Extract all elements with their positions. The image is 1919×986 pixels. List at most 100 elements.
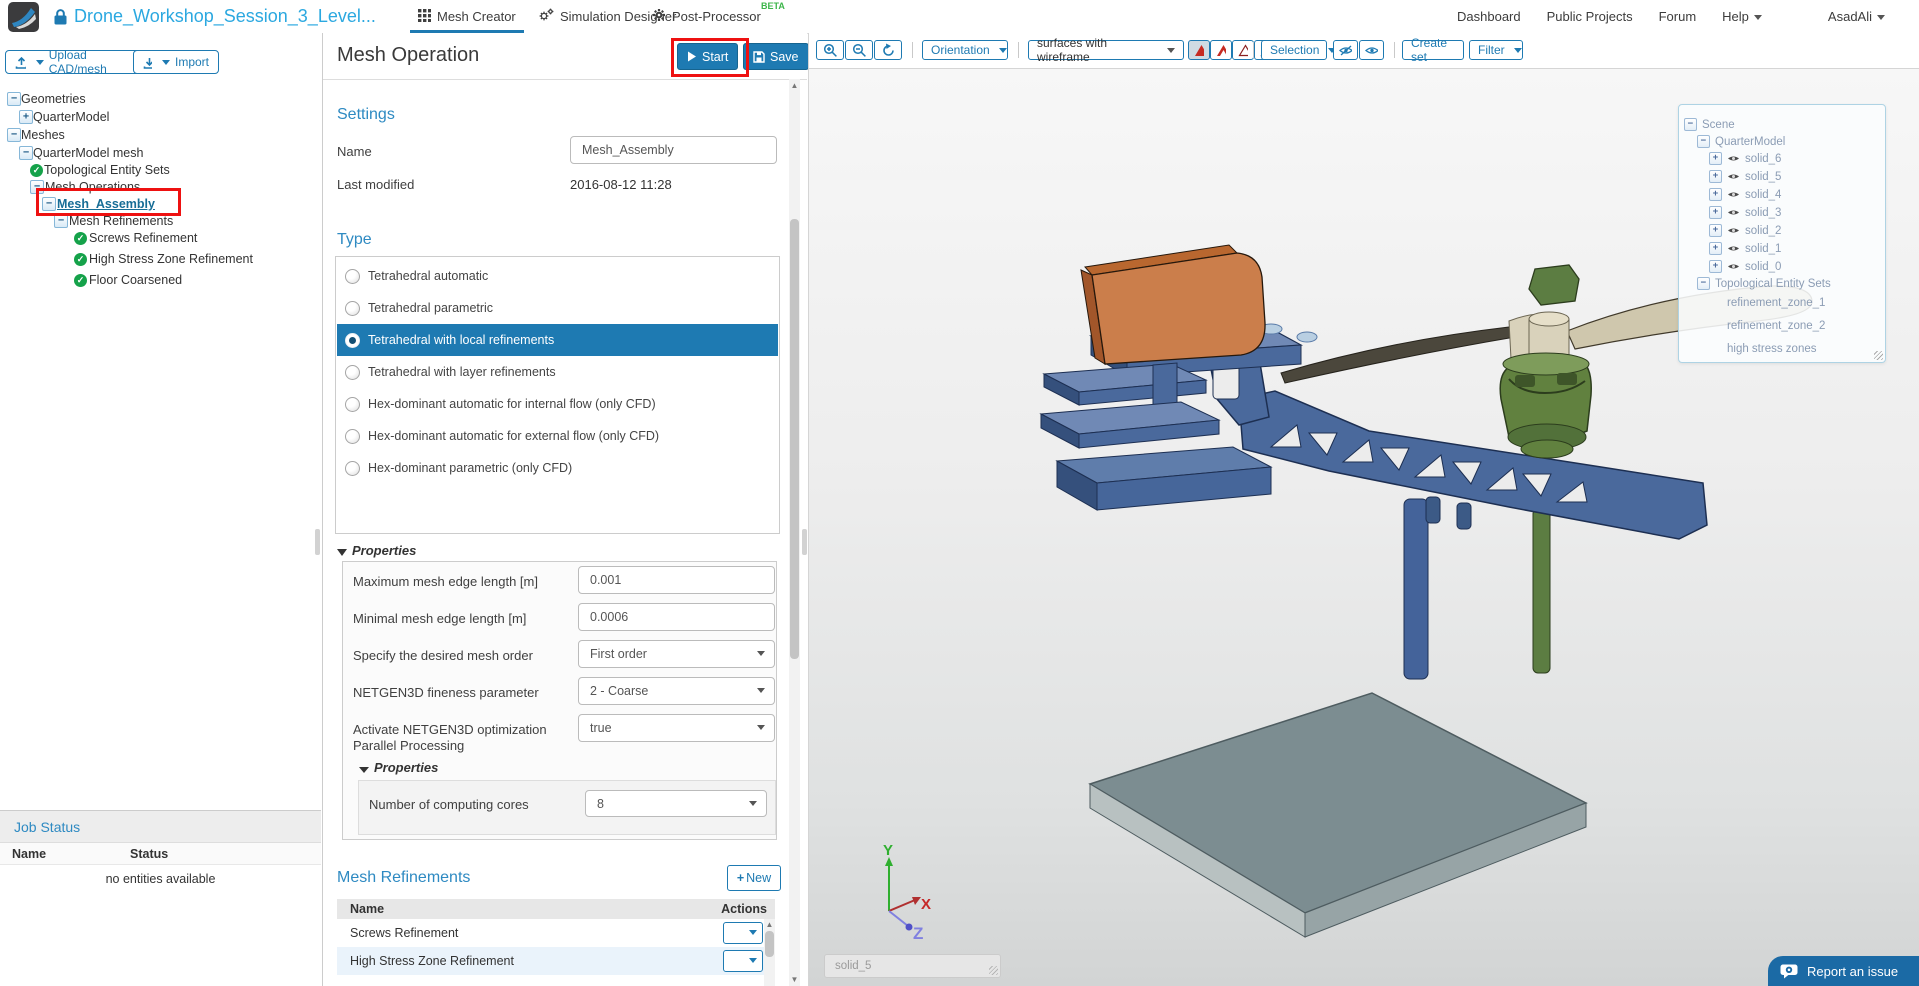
display-mode-select[interactable]: surfaces with wireframe xyxy=(1028,36,1184,64)
scene-node-solid-6[interactable]: + solid_6 xyxy=(1709,152,1781,165)
collapse-triangle-icon[interactable] xyxy=(337,549,347,556)
simscale-logo[interactable] xyxy=(8,2,39,32)
tree-node-mesh-operations[interactable]: − Mesh Operations xyxy=(30,179,140,195)
type-option-6[interactable]: Hex-dominant parametric (only CFD) xyxy=(337,452,778,484)
expand-icon[interactable]: + xyxy=(19,110,33,124)
tree-node-floor-coarsened[interactable]: ✓ Floor Coarsened xyxy=(74,272,182,288)
selection-dropdown[interactable]: Selection xyxy=(1261,40,1337,60)
scene-node-refinement-zone-2[interactable]: refinement_zone_2 xyxy=(1727,320,1825,332)
expand-icon[interactable]: + xyxy=(1709,170,1722,183)
nav-item-public-projects[interactable]: Public Projects xyxy=(1547,9,1633,24)
radio-icon[interactable] xyxy=(345,268,360,284)
panel-resize-handle[interactable] xyxy=(315,529,320,555)
collapse-icon[interactable]: − xyxy=(1684,118,1697,131)
radio-icon[interactable] xyxy=(345,332,360,348)
import-button[interactable]: Import xyxy=(133,50,219,74)
radio-icon[interactable] xyxy=(345,300,360,316)
mesh-quality-button-2[interactable] xyxy=(1210,40,1232,60)
render-canvas[interactable]: Y X Z − Scene − QuarterModel + solid_6 + solid_… xyxy=(809,68,1919,986)
tab-mesh-creator[interactable]: Mesh Creator xyxy=(410,0,524,33)
collapse-icon[interactable]: − xyxy=(19,146,33,160)
orientation-dropdown[interactable]: Orientation xyxy=(922,40,1008,60)
zoom-out-button[interactable] xyxy=(845,40,873,60)
refinement-actions-select[interactable] xyxy=(723,950,763,972)
mesh-quality-button-3[interactable] xyxy=(1232,40,1254,60)
create-set-button[interactable]: Create set xyxy=(1402,36,1464,64)
scene-node-solid-0[interactable]: + solid_0 xyxy=(1709,260,1781,273)
collapse-icon[interactable]: − xyxy=(7,92,21,106)
expand-icon[interactable]: + xyxy=(1709,206,1722,219)
type-option-1[interactable]: Tetrahedral parametric xyxy=(337,292,778,324)
panel-resize-handle[interactable] xyxy=(802,529,807,555)
new-refinement-button[interactable]: + New xyxy=(727,865,781,891)
type-option-0[interactable]: Tetrahedral automatic xyxy=(337,260,778,292)
expand-icon[interactable]: + xyxy=(1709,152,1722,165)
radio-icon[interactable] xyxy=(345,364,360,380)
mesh-quality-button-1[interactable] xyxy=(1188,40,1210,60)
collapse-icon[interactable]: − xyxy=(1697,277,1710,290)
nav-item-help[interactable]: Help xyxy=(1722,9,1762,24)
filter-dropdown[interactable]: Filter xyxy=(1469,40,1523,60)
scene-node-scene[interactable]: − Scene xyxy=(1684,118,1735,131)
scene-node-solid-5[interactable]: + solid_5 xyxy=(1709,170,1781,183)
type-option-3[interactable]: Tetrahedral with layer refinements xyxy=(337,356,778,388)
scroll-up-icon[interactable]: ▲ xyxy=(764,920,775,929)
report-issue-button[interactable]: Report an issue xyxy=(1768,956,1919,986)
scene-node-topological-entity-sets[interactable]: − Topological Entity Sets xyxy=(1697,277,1831,290)
scroll-up-icon[interactable]: ▲ xyxy=(789,81,800,90)
tree-node-high-stress-zone-refinement[interactable]: ✓ High Stress Zone Refinement xyxy=(74,251,253,267)
refinement-actions-select[interactable] xyxy=(723,922,763,944)
scroll-down-icon[interactable]: ▼ xyxy=(789,975,800,984)
tree-node-mesh-assembly[interactable]: − Mesh_Assembly xyxy=(42,196,155,212)
prop-input-0[interactable] xyxy=(578,566,775,594)
prop-select-2[interactable]: First order xyxy=(578,640,775,668)
radio-icon[interactable] xyxy=(345,428,360,444)
scene-node-high-stress-zones[interactable]: high stress zones xyxy=(1727,343,1817,355)
tree-node-meshes[interactable]: − Meshes xyxy=(7,127,65,143)
user-menu[interactable]: AsadAli xyxy=(1828,9,1885,24)
collapse-triangle-icon[interactable] xyxy=(359,767,369,773)
type-option-4[interactable]: Hex-dominant automatic for internal flow… xyxy=(337,388,778,420)
tree-node-quartermodel[interactable]: + QuarterModel xyxy=(19,109,109,125)
save-button[interactable]: Save xyxy=(743,43,809,70)
expand-icon[interactable]: + xyxy=(1709,260,1722,273)
collapse-icon[interactable]: − xyxy=(54,214,68,228)
start-button[interactable]: Start xyxy=(677,43,739,70)
radio-icon[interactable] xyxy=(345,460,360,476)
tree-node-mesh-refinements[interactable]: − Mesh Refinements xyxy=(54,213,173,229)
project-title[interactable]: Drone_Workshop_Session_3_Level... xyxy=(74,6,376,27)
tree-node-quartermodel-mesh[interactable]: − QuarterModel mesh xyxy=(19,145,143,161)
zoom-in-button[interactable] xyxy=(816,40,844,60)
prop-input-1[interactable] xyxy=(578,603,775,631)
prop-select-4[interactable]: true xyxy=(578,714,775,742)
scene-node-solid-3[interactable]: + solid_3 xyxy=(1709,206,1781,219)
collapse-icon[interactable]: − xyxy=(42,197,56,211)
radio-icon[interactable] xyxy=(345,396,360,412)
scene-node-solid-2[interactable]: + solid_2 xyxy=(1709,224,1781,237)
scene-node-refinement-zone-1[interactable]: refinement_zone_1 xyxy=(1727,297,1825,309)
tree-node-topological-entity-sets[interactable]: ✓ Topological Entity Sets xyxy=(30,162,170,178)
refinement-row[interactable]: Screws Refinement xyxy=(337,919,775,947)
nav-item-dashboard[interactable]: Dashboard xyxy=(1457,9,1521,24)
hide-selected-button[interactable] xyxy=(1333,40,1358,60)
show-all-button[interactable] xyxy=(1359,40,1384,60)
type-option-5[interactable]: Hex-dominant automatic for external flow… xyxy=(337,420,778,452)
tree-node-screws-refinement[interactable]: ✓ Screws Refinement xyxy=(74,230,197,246)
scene-node-solid-4[interactable]: + solid_4 xyxy=(1709,188,1781,201)
collapse-icon[interactable]: − xyxy=(7,128,21,142)
nav-item-forum[interactable]: Forum xyxy=(1659,9,1697,24)
scene-node-solid-1[interactable]: + solid_1 xyxy=(1709,242,1781,255)
prop-select-3[interactable]: 2 - Coarse xyxy=(578,677,775,705)
tab-post-processor[interactable]: Post-Processor BETA xyxy=(652,0,785,33)
reset-view-button[interactable] xyxy=(874,40,902,60)
resize-handle-icon[interactable] xyxy=(1874,351,1883,360)
collapse-icon[interactable]: − xyxy=(1697,135,1710,148)
expand-icon[interactable]: + xyxy=(1709,242,1722,255)
name-input[interactable] xyxy=(570,136,777,164)
type-option-2[interactable]: Tetrahedral with local refinements xyxy=(337,324,778,356)
panel-scrollbar[interactable]: ▲ ▼ xyxy=(789,79,800,986)
upload-cad-button[interactable]: Upload CAD/mesh xyxy=(5,48,141,76)
tree-node-geometries[interactable]: − Geometries xyxy=(7,91,86,107)
expand-icon[interactable]: + xyxy=(1709,188,1722,201)
cores-select[interactable]: 8 xyxy=(585,790,767,817)
